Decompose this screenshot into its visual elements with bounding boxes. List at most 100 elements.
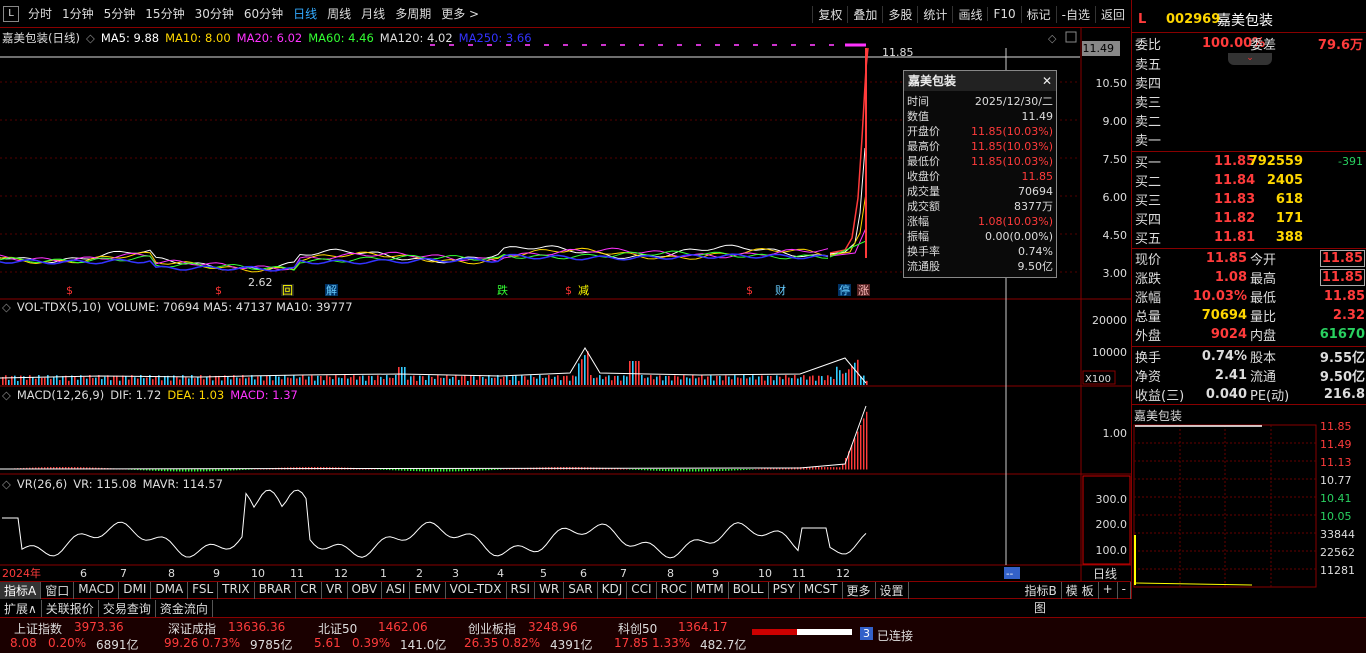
indicator-tab[interactable]: DMI (119, 581, 152, 599)
popup-key: 收盘价 (907, 170, 940, 183)
mini-chart[interactable]: 嘉美包装 11.85 11.49 11.13 10.77 10.41 10.05 33844… (1131, 405, 1366, 599)
indicator-tab[interactable]: CCI (627, 581, 657, 599)
popup-row: 时间 2025/12/30/二 (904, 94, 1056, 109)
indicator-tab[interactable]: VOL-TDX (446, 581, 507, 599)
buy-volume: 792559 (1248, 154, 1303, 169)
toolbar-button[interactable]: 标记 (1020, 5, 1056, 23)
indicator-tab[interactable]: MACD (74, 581, 120, 599)
indicator-tab[interactable]: 指标A (0, 581, 42, 599)
diamond-icon[interactable]: ◇ (1048, 32, 1057, 45)
index-name[interactable]: 上证指数 (14, 620, 62, 637)
event-marker[interactable]: 财 (775, 283, 786, 297)
stat-label: 今开 (1250, 253, 1277, 268)
popup-value: 11.85(10.03%) (970, 125, 1053, 138)
period-tabs: 分时 1分钟 5分钟 15分钟 30分钟 60分钟 日线 周线 月线 多周期 更多 > (23, 5, 484, 22)
popup-value: 11.85 (1021, 170, 1054, 183)
popup-key: 数值 (907, 110, 929, 123)
indicator-tab[interactable]: 窗口 (41, 581, 75, 599)
svg-text:$: $ (746, 284, 753, 297)
stat-value: 70694 (1201, 308, 1247, 323)
popup-row: 涨幅 1.08(10.03%) (904, 214, 1056, 229)
indicator-tab[interactable]: DMA (151, 581, 189, 599)
toolbar-button[interactable]: 返回 (1094, 5, 1130, 23)
toolbar-button[interactable]: -自选 (1055, 5, 1095, 23)
toolbar-button[interactable]: 统计 (917, 5, 952, 23)
data-popup: 嘉美包装 ✕ 时间 2025/12/30/二 数值 11.49 开盘价 11.85(10.… (903, 70, 1057, 278)
event-marker[interactable]: 停 (839, 283, 850, 297)
stat-label: 外盘 (1135, 329, 1162, 344)
period-tab[interactable]: 日线 (288, 5, 322, 22)
indicator-tabs: 指标A 窗口 MACD DMI DMA FSL TRIX BRAR CR VR OBV ASI EMV V… (0, 581, 1131, 599)
indicator-tab[interactable]: ASI (382, 581, 411, 599)
sell-level: 卖五 (1132, 54, 1366, 73)
index-name[interactable]: 创业板指 (468, 620, 516, 637)
event-marker[interactable]: 解 (326, 283, 337, 297)
indicator-tab[interactable]: PSY (769, 581, 800, 599)
sub-tab[interactable]: 扩展∧ (0, 599, 42, 617)
indicator-tab[interactable]: OBV (348, 581, 383, 599)
indicator-right-tab[interactable]: + (1099, 581, 1118, 599)
event-marker[interactable]: 涨 (858, 284, 869, 297)
indicator-tab[interactable]: MTM (692, 581, 729, 599)
toolbar-button[interactable]: 画线 (952, 5, 987, 23)
indicator-tab[interactable]: 设置 (876, 581, 909, 599)
period-tab[interactable]: 分时 (23, 5, 57, 22)
sub-tab[interactable]: 关联报价 (42, 599, 99, 617)
period-tab[interactable]: 多周期 (390, 5, 436, 22)
sell-level: 卖三 (1132, 92, 1366, 111)
x-tick: 8 (168, 567, 175, 580)
sub-tab[interactable]: 资金流向 (156, 599, 213, 617)
vol-y-tick: 20000 (1092, 314, 1127, 327)
indicator-tab[interactable]: KDJ (598, 581, 628, 599)
stat-value: 2.32 (1332, 308, 1365, 323)
event-marker[interactable]: 减 (578, 284, 589, 297)
indicator-tab[interactable]: MCST (800, 581, 843, 599)
event-marker[interactable]: 跌 (497, 283, 508, 297)
toolbar-button[interactable]: 复权 (812, 5, 847, 23)
period-tab[interactable]: 60分钟 (239, 5, 288, 22)
indicator-right-tab[interactable]: - (1118, 581, 1131, 599)
collapse-icon[interactable]: ◇ (2, 300, 11, 314)
connection-count: 3 (860, 627, 873, 640)
indicator-tab[interactable]: 更多 (843, 581, 876, 599)
period-tab[interactable]: 15分钟 (140, 5, 189, 22)
popup-value: 8377万 (1014, 200, 1053, 213)
indicator-tab[interactable]: EMV (410, 581, 446, 599)
stat-row: 换手 0.74% 股本 9.55亿 (1132, 347, 1366, 366)
collapse-icon[interactable]: ◇ (2, 388, 11, 402)
window-icon[interactable] (1065, 31, 1077, 43)
stat-value: 0.040 (1205, 387, 1247, 402)
index-name[interactable]: 科创50 (618, 620, 657, 637)
toolbar-button[interactable]: F10 (987, 7, 1020, 21)
toolbar-button[interactable]: 多股 (882, 5, 917, 23)
indicator-tab[interactable]: BOLL (729, 581, 769, 599)
indicator-tab[interactable]: ROC (657, 581, 692, 599)
event-marker[interactable]: 回 (282, 284, 293, 297)
period-tab[interactable]: 5分钟 (99, 5, 141, 22)
indicator-tab[interactable]: RSI (507, 581, 536, 599)
period-tab[interactable]: 月线 (356, 5, 390, 22)
collapse-icon[interactable]: ◇ (2, 477, 11, 491)
toolbar-button[interactable]: 叠加 (847, 5, 882, 23)
indicator-tab[interactable]: FSL (188, 581, 219, 599)
close-icon[interactable]: ✕ (1042, 71, 1052, 91)
indicator-right-tab[interactable]: 模 板 (1062, 581, 1099, 599)
indicator-tab[interactable]: WR (535, 581, 565, 599)
index-name[interactable]: 北证50 (318, 620, 357, 637)
indicator-tab[interactable]: CR (296, 581, 322, 599)
indicator-tab[interactable]: TRIX (218, 581, 255, 599)
period-tab[interactable]: 30分钟 (190, 5, 239, 22)
index-value: 13636.36 (228, 620, 286, 634)
sub-tab[interactable]: 交易查询 (99, 599, 156, 617)
index-name[interactable]: 深证成指 (168, 620, 216, 637)
indicator-right-tab[interactable]: 指标B (1021, 581, 1062, 599)
period-tab[interactable]: 周线 (322, 5, 356, 22)
mini-chart-tab[interactable]: 图 (1034, 599, 1046, 616)
indicator-tab[interactable]: SAR (564, 581, 598, 599)
stat-value: 61670 (1319, 327, 1365, 342)
period-tab[interactable]: 1分钟 (57, 5, 99, 22)
period-tab[interactable]: 更多 > (436, 5, 484, 22)
indicator-tab[interactable]: BRAR (255, 581, 297, 599)
mavr-value: MAVR: 114.57 (142, 477, 223, 491)
indicator-tab[interactable]: VR (322, 581, 348, 599)
